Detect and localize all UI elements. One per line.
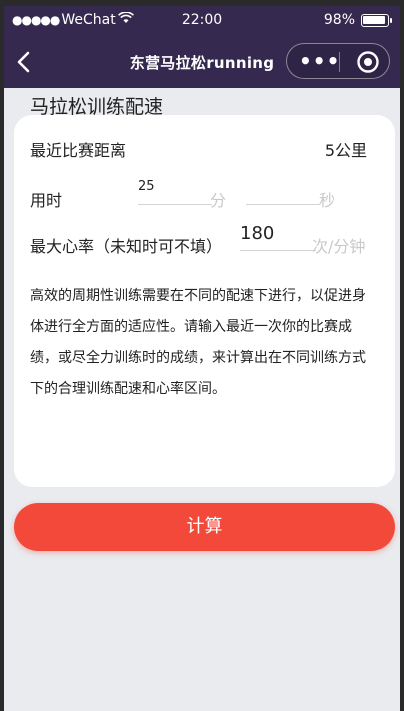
description-text: 高效的周期性训练需要在不同的配速下进行，以促进身体进行全方面的适应性。请输入最近… — [30, 288, 366, 397]
phone-frame: ●●●●● WeChat 22:00 98% 东营马拉松running ••• — [0, 0, 404, 711]
heart-rate-label: 最大心率（未知时可不填） — [30, 237, 223, 256]
seconds-unit: 秒 — [319, 191, 336, 210]
distance-picker[interactable]: 5公里 — [325, 137, 367, 161]
battery-fill — [363, 15, 385, 24]
page-title: 东营马拉松running — [129, 54, 275, 72]
time-label: 用时 — [30, 191, 63, 210]
training-form-card: 最近比赛距离 5公里 用时 25 分 秒 最大心率（未知时可不填） 180 次/… — [14, 115, 395, 487]
capsule-divider — [339, 52, 340, 72]
minutes-unit: 分 — [210, 191, 227, 210]
nav-bar: 东营马拉松running ••• — [4, 38, 400, 84]
distance-row[interactable]: 最近比赛距离 5公里 — [14, 137, 395, 161]
status-bar: ●●●●● WeChat 22:00 98% — [4, 6, 400, 34]
heart-rate-row: 最大心率（未知时可不填） 180 次/分钟 — [14, 223, 395, 256]
seconds-input[interactable] — [246, 179, 320, 205]
calculate-button[interactable]: 计算 — [14, 503, 395, 551]
heart-rate-unit: 次/分钟 — [312, 237, 366, 256]
heart-rate-input[interactable]: 180 — [240, 223, 316, 251]
battery-icon — [361, 13, 389, 27]
chevron-left-icon[interactable] — [14, 50, 36, 74]
more-dots-icon[interactable]: ••• — [299, 51, 340, 71]
time-row: 用时 25 分 秒 — [14, 179, 395, 210]
minutes-input[interactable]: 25 — [138, 179, 212, 205]
distance-label: 最近比赛距离 — [30, 141, 127, 160]
battery-indicator: 98% — [324, 12, 392, 28]
mini-program-capsule: ••• — [286, 43, 390, 79]
heart-rate-value: 180 — [240, 223, 275, 244]
top-bar: ●●●●● WeChat 22:00 98% 东营马拉松running ••• — [4, 6, 400, 88]
target-circle-icon[interactable] — [356, 50, 380, 74]
minutes-value: 25 — [138, 179, 155, 194]
battery-tip — [390, 17, 392, 23]
battery-percent: 98% — [323, 12, 355, 28]
